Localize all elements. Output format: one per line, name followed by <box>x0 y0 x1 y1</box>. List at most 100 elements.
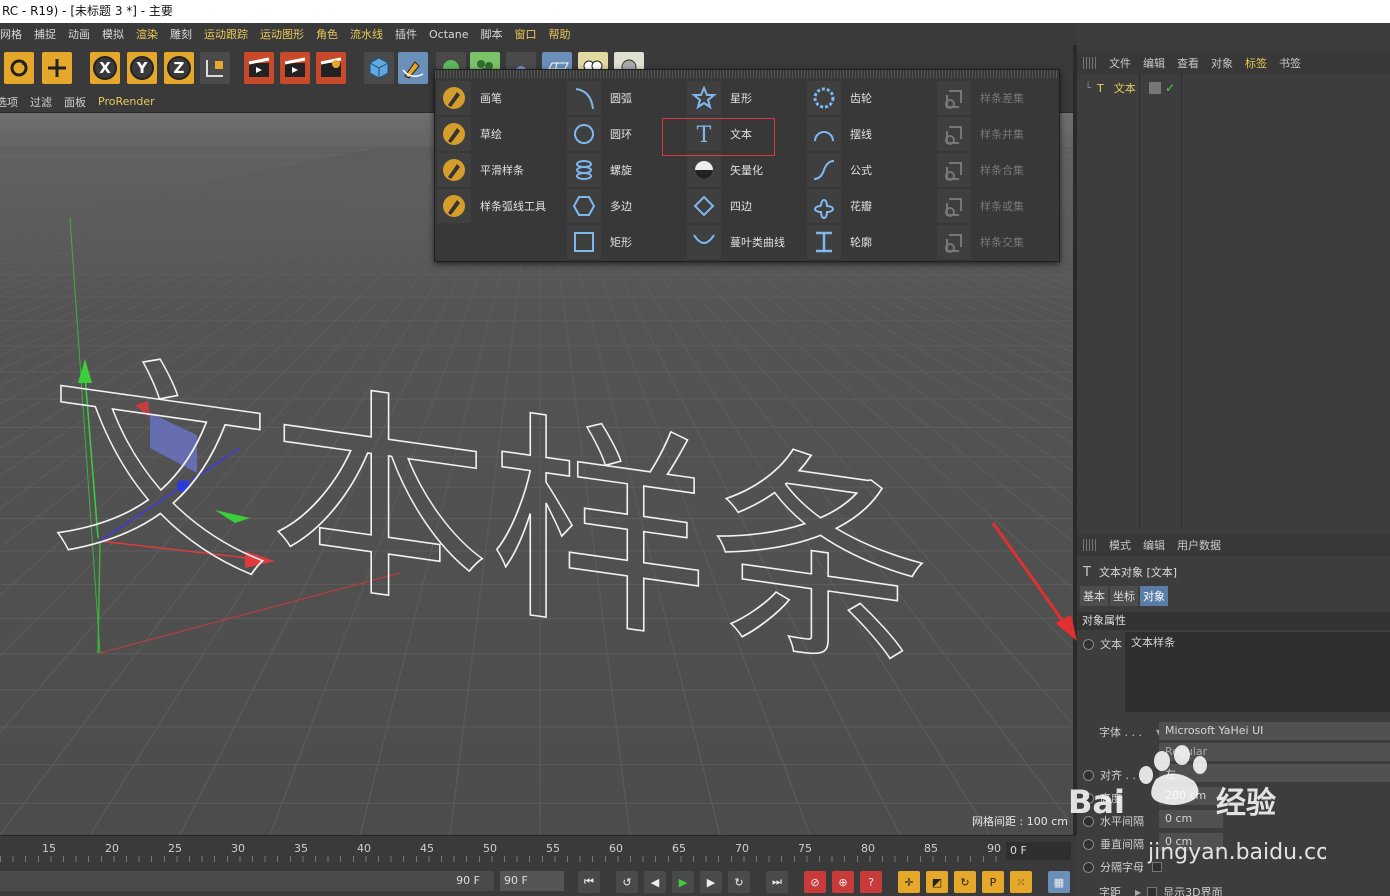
om-tab-5[interactable]: 书签 <box>1273 55 1307 71</box>
palette-item-rectangle[interactable]: 矩形 <box>567 224 687 260</box>
next-frame-button[interactable]: ▶ <box>700 871 722 893</box>
next-key-button[interactable]: ↻ <box>728 871 750 893</box>
render-settings-button[interactable] <box>316 52 346 84</box>
am-tab-2[interactable]: 用户数据 <box>1171 537 1227 553</box>
object-name[interactable]: 文本 <box>1114 80 1136 96</box>
palette-item-cog[interactable]: 齿轮 <box>807 80 927 116</box>
z-axis-button[interactable]: Z <box>164 52 194 84</box>
max-frame-field[interactable]: 90 F <box>500 871 564 891</box>
menu-item-6[interactable]: 运动跟踪 <box>198 26 254 42</box>
key-scale-button[interactable]: ◩ <box>926 871 948 893</box>
palette-item-spline-or[interactable]: 样条或集 <box>937 188 1057 224</box>
layer-icon[interactable] <box>1149 82 1161 94</box>
x-axis-button[interactable]: X <box>90 52 120 84</box>
am-subtab-1[interactable]: 坐标 <box>1110 586 1138 606</box>
prev-key-button[interactable]: ↺ <box>616 871 638 893</box>
palette-item-flower[interactable]: 花瓣 <box>807 188 927 224</box>
palette-item-arc[interactable]: 圆弧 <box>567 80 687 116</box>
viewport-menu-filter[interactable]: 过滤 <box>24 94 58 110</box>
render-view-button[interactable] <box>244 52 274 84</box>
polygon-icon <box>567 189 601 223</box>
panel-grip-icon[interactable] <box>1083 539 1097 551</box>
palette-item-pen[interactable]: 画笔 <box>437 80 557 116</box>
menu-item-9[interactable]: 流水线 <box>344 26 389 42</box>
menu-item-1[interactable]: 捕捉 <box>28 26 62 42</box>
move-tool-button[interactable] <box>42 52 72 84</box>
record-key-button[interactable]: ⊘ <box>804 871 826 893</box>
menu-item-14[interactable]: 帮助 <box>543 26 577 42</box>
panel-grip-icon[interactable] <box>1083 57 1097 69</box>
om-tab-0[interactable]: 文件 <box>1103 55 1137 71</box>
key-rotate-button[interactable]: ↻ <box>954 871 976 893</box>
cube-button[interactable] <box>364 52 394 84</box>
show3d-checkbox[interactable] <box>1147 887 1158 896</box>
timeline-window-button[interactable]: ▦ <box>1048 871 1070 893</box>
menu-item-2[interactable]: 动画 <box>62 26 96 42</box>
menu-item-11[interactable]: Octane <box>423 28 475 41</box>
go-to-end-button[interactable]: ⏭ <box>766 871 788 893</box>
palette-item-spline-and[interactable]: 样条合集 <box>937 152 1057 188</box>
pen-spline-button[interactable] <box>398 52 428 84</box>
menu-item-10[interactable]: 插件 <box>389 26 423 42</box>
palette-item-vectorize[interactable]: 矢量化 <box>687 152 807 188</box>
palette-item-polygon[interactable]: 多边 <box>567 188 687 224</box>
svg-text:Z: Z <box>174 59 185 77</box>
rotate-tool-button[interactable] <box>4 52 34 84</box>
palette-item-formula[interactable]: 公式 <box>807 152 927 188</box>
viewport-menu-options[interactable]: 选项 <box>0 94 24 110</box>
viewport-menu-prorender[interactable]: ProRender <box>92 95 161 108</box>
key-param-button[interactable]: P <box>982 871 1004 893</box>
palette-item-spline-intersect[interactable]: 样条交集 <box>937 224 1057 260</box>
om-tab-4[interactable]: 标签 <box>1239 55 1273 71</box>
text-input-area[interactable]: 文本样条 <box>1125 632 1390 712</box>
kerning-arrow-icon[interactable]: ▶ <box>1135 888 1141 896</box>
palette-item-sketch[interactable]: 草绘 <box>437 116 557 152</box>
auto-key-button[interactable]: ⊕ <box>832 871 854 893</box>
coordinate-system-button[interactable] <box>200 52 230 84</box>
palette-item-star[interactable]: 星形 <box>687 80 807 116</box>
show3d-label: 显示3D界面 <box>1163 886 1223 896</box>
y-axis-button[interactable]: Y <box>127 52 157 84</box>
menu-item-4[interactable]: 渲染 <box>130 26 164 42</box>
om-tab-3[interactable]: 对象 <box>1205 55 1239 71</box>
object-row-text[interactable]: └ T 文本 ✓ <box>1077 78 1390 98</box>
palette-item-spline-arc[interactable]: 样条弧线工具 <box>437 188 557 224</box>
palette-item-profile[interactable]: 轮廓 <box>807 224 927 260</box>
prev-frame-button[interactable]: ◀ <box>644 871 666 893</box>
font-family-field[interactable]: Microsoft YaHei UI <box>1159 722 1390 740</box>
am-tab-1[interactable]: 编辑 <box>1137 537 1171 553</box>
play-button[interactable]: ▶ <box>672 871 694 893</box>
palette-column-2: 星形 T 文本 矢量化 四边 蔓叶类曲线 <box>687 80 807 260</box>
palette-item-four-side[interactable]: 四边 <box>687 188 807 224</box>
timeline-ruler[interactable]: 15 20 25 30 35 40 45 50 55 60 65 70 75 80 85 90 <box>0 840 1005 864</box>
om-tab-1[interactable]: 编辑 <box>1137 55 1171 71</box>
menu-item-8[interactable]: 角色 <box>310 26 344 42</box>
end-frame-slider[interactable]: 90 F <box>0 871 494 891</box>
next-frame-icon: ▶ <box>706 875 716 889</box>
palette-item-cissoid[interactable]: 蔓叶类曲线 <box>687 224 807 260</box>
popup-grip[interactable] <box>435 70 1059 78</box>
palette-item-spline-subtract[interactable]: 样条差集 <box>937 80 1057 116</box>
palette-item-spline-union[interactable]: 样条并集 <box>937 116 1057 152</box>
key-move-button[interactable]: ✛ <box>898 871 920 893</box>
viewport-menu-panel[interactable]: 面板 <box>58 94 92 110</box>
render-picture-viewer-button[interactable] <box>280 52 310 84</box>
check-icon[interactable]: ✓ <box>1165 81 1175 95</box>
menu-item-7[interactable]: 运动图形 <box>254 26 310 42</box>
key-pla-button[interactable]: ⁙ <box>1010 871 1032 893</box>
menu-item-5[interactable]: 雕刻 <box>164 26 198 42</box>
palette-item-smooth-spline[interactable]: 平滑样条 <box>437 152 557 188</box>
current-frame-field[interactable]: 0 F <box>1006 842 1071 860</box>
go-to-start-button[interactable]: ⏮ <box>578 871 600 893</box>
am-subtab-2[interactable]: 对象 <box>1140 586 1168 606</box>
menu-item-13[interactable]: 窗口 <box>509 26 543 42</box>
palette-item-cycloid[interactable]: 摆线 <box>807 116 927 152</box>
palette-item-helix[interactable]: 螺旋 <box>567 152 687 188</box>
key-help-button[interactable]: ? <box>860 871 882 893</box>
font-row: 字体 . . . ▼ <box>1099 724 1162 740</box>
menu-item-3[interactable]: 模拟 <box>96 26 130 42</box>
om-tab-2[interactable]: 查看 <box>1171 55 1205 71</box>
menu-item-12[interactable]: 脚本 <box>475 26 509 42</box>
menu-item-0[interactable]: 网格 <box>0 26 28 42</box>
am-tab-0[interactable]: 模式 <box>1103 537 1137 553</box>
